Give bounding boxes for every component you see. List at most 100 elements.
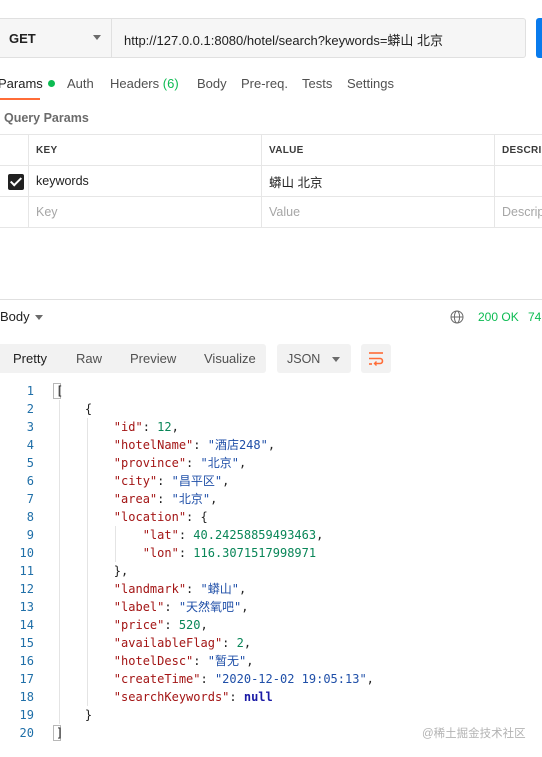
code-line: 13 "label": "天然氧吧",	[0, 598, 542, 616]
code-text: "lat": 40.24258859493463,	[142, 528, 324, 542]
line-number: 11	[19, 564, 34, 578]
new-value-input[interactable]: Value	[261, 197, 494, 227]
view-tab-pretty[interactable]: Pretty	[0, 344, 60, 373]
code-text: "id": 12,	[113, 420, 179, 434]
code-line: 16 "hotelDesc": "暂无",	[0, 652, 542, 670]
code-line: 19 }	[0, 706, 542, 724]
view-tab-visualize[interactable]: Visualize	[204, 344, 256, 373]
column-header-key: KEY	[28, 135, 261, 165]
param-value-cell[interactable]: 蟒山 北京	[261, 166, 494, 196]
line-number: 3	[26, 420, 34, 434]
code-text: "createTime": "2020-12-02 19:05:13",	[113, 672, 374, 686]
request-bar: GET http://127.0.0.1:8080/hotel/search?k…	[0, 18, 526, 58]
code-line: 7 "area": "北京",	[0, 490, 542, 508]
code-text: [	[56, 384, 64, 398]
code-text: }	[56, 708, 93, 722]
json-value: 12	[157, 420, 172, 434]
tab-tests[interactable]: Tests	[302, 76, 332, 91]
code-line: 2 {	[0, 400, 542, 418]
param-description-cell[interactable]	[494, 166, 542, 196]
code-text: "location": {	[113, 510, 208, 524]
code-text: "lon": 116.3071517998971	[142, 546, 317, 560]
line-number: 10	[19, 546, 34, 560]
param-enabled-checkbox[interactable]	[8, 174, 24, 190]
code-line: 10 "lon": 116.3071517998971	[0, 544, 542, 562]
json-value: "北京"	[200, 456, 239, 470]
code-text: "area": "北京",	[113, 492, 218, 506]
active-tab-indicator	[0, 98, 40, 100]
line-number: 5	[26, 456, 34, 470]
table-row-placeholder: Key Value Description	[0, 197, 542, 228]
json-value: 520	[178, 618, 201, 632]
globe-icon[interactable]	[450, 310, 464, 324]
method-label: GET	[9, 30, 36, 46]
line-number: 14	[19, 618, 34, 632]
tab-headers[interactable]: Headers (6)	[110, 76, 179, 91]
line-number: 2	[26, 402, 34, 416]
tab-params[interactable]: Params	[0, 76, 55, 91]
pane-divider[interactable]	[0, 299, 542, 300]
send-button[interactable]	[536, 18, 542, 58]
code-text: },	[56, 564, 129, 578]
response-code-view[interactable]: 1[ 2 { 3 "id": 12, 4 "hotelName": "酒店248…	[0, 382, 542, 742]
code-line: 6 "city": "昌平区",	[0, 472, 542, 490]
tab-body[interactable]: Body	[197, 76, 227, 91]
code-text: "availableFlag": 2,	[113, 636, 252, 650]
chevron-down-icon	[35, 315, 43, 320]
new-description-input[interactable]: Description	[494, 197, 542, 227]
json-value: "2020-12-02 19:05:13"	[214, 672, 367, 686]
json-value: "酒店248"	[207, 438, 268, 452]
json-value: "天然氧吧"	[178, 600, 242, 614]
chevron-down-icon	[93, 35, 101, 40]
view-tab-preview[interactable]: Preview	[130, 344, 176, 373]
code-text: "searchKeywords": null	[113, 690, 273, 704]
tab-headers-label: Headers	[110, 76, 160, 91]
code-text: "city": "昌平区",	[113, 474, 230, 488]
status-badge[interactable]: 200 OK	[478, 310, 519, 324]
code-line: 1[	[0, 382, 542, 400]
code-line: 11 },	[0, 562, 542, 580]
code-text: "province": "北京",	[113, 456, 247, 470]
code-line: 3 "id": 12,	[0, 418, 542, 436]
json-value: 116.3071517998971	[193, 546, 317, 560]
query-params-title: Query Params	[4, 111, 89, 125]
method-select[interactable]: GET	[0, 19, 112, 57]
json-value: "蟒山"	[200, 582, 239, 596]
active-dot-icon	[47, 80, 55, 87]
line-number: 17	[19, 672, 34, 686]
table-row: keywords 蟒山 北京	[0, 166, 542, 197]
query-params-table: KEY VALUE DESCRIPTION keywords 蟒山 北京 Key…	[0, 134, 542, 228]
tab-settings[interactable]: Settings	[347, 76, 394, 91]
json-value: "昌平区"	[171, 474, 223, 488]
code-text: {	[56, 402, 93, 416]
chevron-down-icon	[332, 357, 340, 362]
column-header-value: VALUE	[261, 135, 494, 165]
wrap-lines-button[interactable]	[361, 344, 391, 373]
json-value: 2	[236, 636, 244, 650]
code-text: "hotelDesc": "暂无",	[113, 654, 254, 668]
format-select[interactable]: JSON	[277, 344, 351, 373]
tab-auth[interactable]: Auth	[67, 76, 94, 91]
url-input[interactable]: http://127.0.0.1:8080/hotel/search?keywo…	[124, 30, 443, 49]
line-number: 7	[26, 492, 34, 506]
line-number: 4	[26, 438, 34, 452]
watermark: @稀土掘金技术社区	[422, 728, 526, 740]
code-line: 5 "province": "北京",	[0, 454, 542, 472]
view-tab-raw[interactable]: Raw	[76, 344, 102, 373]
response-time[interactable]: 74	[528, 310, 541, 324]
code-line: 4 "hotelName": "酒店248",	[0, 436, 542, 454]
code-line: 15 "availableFlag": 2,	[0, 634, 542, 652]
tab-pre-request[interactable]: Pre-req.	[241, 76, 288, 91]
new-key-input[interactable]: Key	[28, 197, 261, 227]
param-key-cell[interactable]: keywords	[28, 166, 261, 196]
line-number: 6	[26, 474, 34, 488]
code-text: "hotelName": "酒店248",	[113, 438, 276, 452]
response-body-dropdown[interactable]: Body	[0, 309, 30, 324]
code-text: ]	[56, 726, 64, 740]
line-number: 20	[19, 726, 34, 740]
code-text: "label": "天然氧吧",	[113, 600, 249, 614]
wrap-lines-icon	[369, 352, 384, 366]
line-number: 19	[19, 708, 34, 722]
code-line: 9 "lat": 40.24258859493463,	[0, 526, 542, 544]
json-value: "暂无"	[207, 654, 247, 668]
